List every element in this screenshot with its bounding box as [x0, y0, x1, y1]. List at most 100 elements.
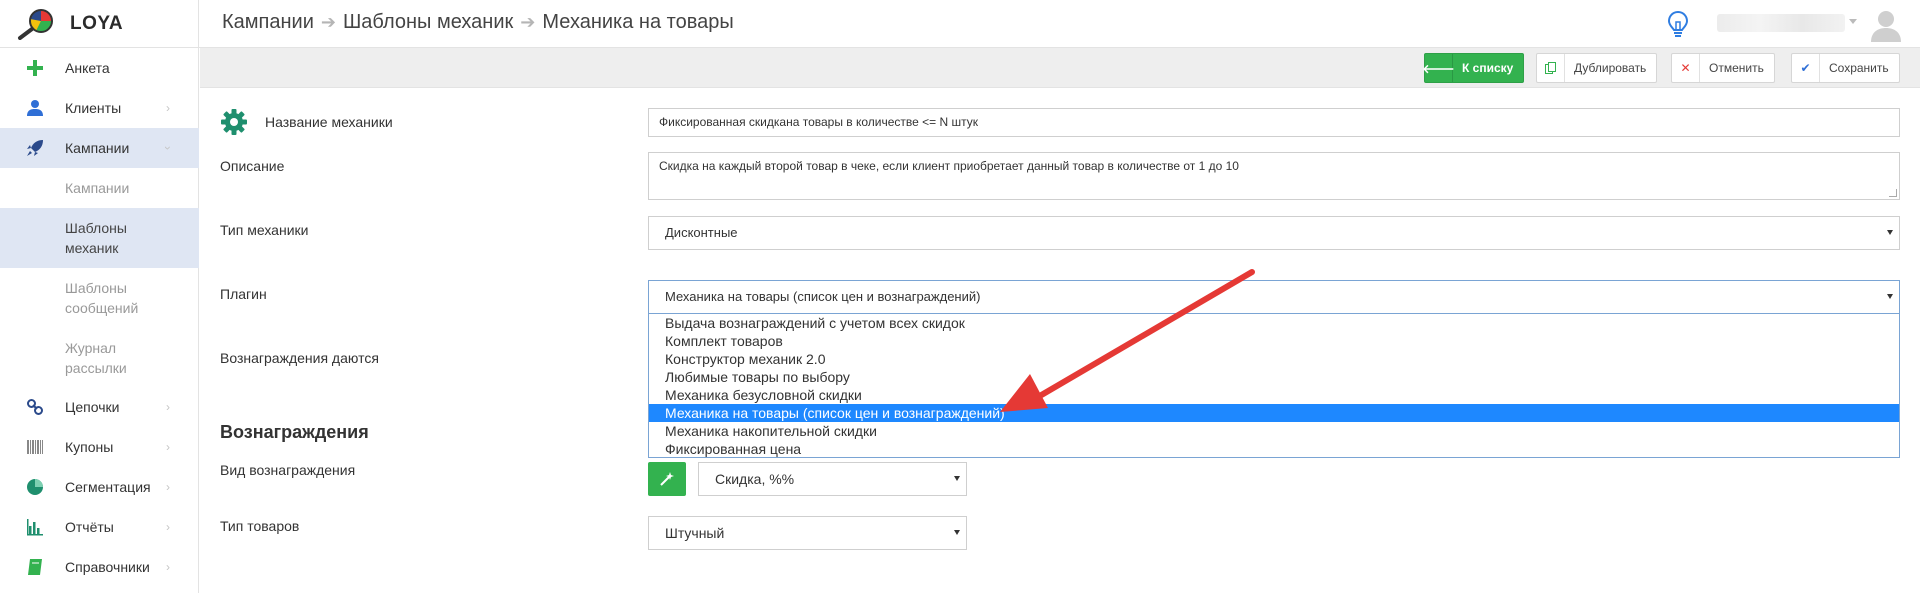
reward-type-select[interactable]: Скидка, %%: [698, 462, 967, 496]
dropdown-option-selected[interactable]: Механика на товары (список цен и вознагр…: [649, 404, 1899, 422]
plugin-dropdown-list: Выдача вознаграждений с учетом всех скид…: [648, 313, 1900, 458]
book-icon: [28, 559, 42, 575]
sidebar-subitem-label: Кампании: [65, 180, 130, 196]
sidebar-item-clients[interactable]: Клиенты ›: [0, 88, 199, 128]
breadcrumb-item[interactable]: Кампании: [222, 11, 314, 34]
dropdown-option[interactable]: Выдача вознаграждений с учетом всех скид…: [649, 314, 1899, 332]
sidebar-subitem-mailing-log[interactable]: Журнал рассылки: [0, 328, 199, 388]
close-icon: ✕: [1672, 54, 1700, 82]
mechanic-type-label: Тип механики: [220, 222, 309, 238]
user-name[interactable]: [1717, 14, 1845, 32]
description-textarea[interactable]: Скидка на каждый второй товар в чеке, ес…: [648, 152, 1900, 200]
plugin-value: Механика на товары (список цен и вознагр…: [665, 289, 981, 304]
chain-icon: [27, 399, 43, 415]
arrow-right-icon: ➔: [520, 12, 536, 32]
logo[interactable]: LOYA: [0, 0, 199, 48]
copy-icon: [1537, 54, 1565, 82]
sidebar-item-label: Сегментация: [65, 479, 151, 495]
chevron-down-icon[interactable]: [1849, 19, 1857, 24]
dropdown-option[interactable]: Любимые товары по выбору: [649, 368, 1899, 386]
sidebar-item-directories[interactable]: Справочники ›: [0, 547, 199, 587]
cancel-button[interactable]: ✕ Отменить: [1671, 53, 1775, 83]
reward-type-label: Вид вознаграждения: [220, 462, 356, 478]
sidebar-subitem-campaigns[interactable]: Кампании: [0, 168, 199, 208]
dropdown-option[interactable]: Механика накопительной скидки: [649, 422, 1899, 440]
caret-down-icon: [954, 530, 960, 535]
caret-down-icon: [1887, 294, 1893, 299]
action-toolbar: 🡐 К списку Дублировать ✕ Отменить ✔ Сохр…: [200, 48, 1920, 88]
sidebar-subitem-label: сообщений: [65, 300, 139, 316]
chevron-right-icon: ›: [166, 400, 170, 414]
plugin-select[interactable]: Механика на товары (список цен и вознагр…: [648, 280, 1900, 314]
logo-text: LOYA: [70, 13, 124, 34]
sidebar-item-coupons[interactable]: Купоны ›: [0, 427, 199, 467]
magic-wand-icon: [660, 472, 674, 486]
check-icon: ✔: [1792, 54, 1820, 82]
chevron-right-icon: ›: [166, 440, 170, 454]
description-text: Скидка на каждый второй товар в чеке, ес…: [659, 159, 1239, 173]
goods-type-select[interactable]: Штучный: [648, 516, 967, 550]
dropdown-option[interactable]: Фиксированная цена: [649, 440, 1899, 458]
sidebar-item-campaigns[interactable]: Кампании ›: [0, 128, 199, 168]
back-to-list-button[interactable]: 🡐 К списку: [1422, 53, 1525, 83]
dropdown-option[interactable]: Комплект товаров: [649, 332, 1899, 350]
lightbulb-icon[interactable]: [1667, 10, 1689, 38]
sidebar-subitem-message-templates[interactable]: Шаблоны сообщений: [0, 268, 199, 328]
sidebar: Анкета Клиенты › Кампании › Кампании Шаб…: [0, 48, 199, 593]
description-label: Описание: [220, 158, 285, 174]
barcode-icon: [27, 440, 43, 454]
dropdown-option[interactable]: Механика безусловной скидки: [649, 386, 1899, 404]
breadcrumb-item[interactable]: Шаблоны механик: [343, 11, 513, 34]
bar-chart-icon: [27, 519, 43, 536]
sidebar-item-label: Кампании: [65, 140, 130, 156]
chevron-right-icon: ›: [166, 101, 170, 115]
plus-icon: [27, 60, 43, 76]
rewards-section-heading: Вознаграждения: [220, 422, 369, 442]
sidebar-item-label: Справочники: [65, 559, 150, 575]
sidebar-item-label: Купоны: [65, 439, 114, 455]
sidebar-subitem-label: Шаблоны: [65, 280, 127, 296]
user-icon: [27, 100, 43, 116]
caret-down-icon: [1887, 230, 1893, 235]
breadcrumb-current: Механика на товары: [542, 11, 734, 33]
logo-magnifier-icon: [18, 9, 53, 40]
save-button[interactable]: ✔ Сохранить: [1791, 53, 1900, 83]
breadcrumb: Кампании ➔ Шаблоны механик ➔ Механика на…: [222, 11, 734, 34]
resize-handle-icon[interactable]: [1889, 189, 1897, 197]
plugin-label: Плагин: [220, 286, 267, 302]
goods-type-value: Штучный: [665, 525, 725, 541]
mechanic-type-value: Дисконтные: [665, 225, 738, 240]
sidebar-item-segmentation[interactable]: Сегментация ›: [0, 467, 199, 507]
duplicate-button[interactable]: Дублировать: [1536, 53, 1658, 83]
avatar[interactable]: [1868, 6, 1904, 42]
mechanic-type-select[interactable]: Дисконтные: [648, 216, 1900, 250]
pie-chart-icon: [27, 479, 43, 495]
sidebar-subitem-mechanic-templates[interactable]: Шаблоны механик: [0, 208, 199, 268]
magic-wand-button[interactable]: [648, 462, 686, 496]
caret-down-icon: [954, 476, 960, 481]
sidebar-item-chains[interactable]: Цепочки ›: [0, 387, 199, 427]
sidebar-subitem-label: Шаблоны: [65, 220, 127, 236]
sidebar-item-label: Отчёты: [65, 519, 114, 535]
sidebar-item-questionnaire[interactable]: Анкета: [0, 48, 199, 88]
chevron-right-icon: ›: [166, 520, 170, 534]
mechanic-name-label: Название механики: [265, 114, 393, 130]
chevron-down-icon: ›: [161, 146, 175, 150]
sidebar-subitem-label: Журнал: [65, 340, 117, 356]
rocket-icon: [27, 140, 43, 156]
reward-type-value: Скидка, %%: [715, 471, 795, 487]
arrow-left-icon: 🡐: [1422, 54, 1455, 82]
dropdown-option[interactable]: Конструктор механик 2.0: [649, 350, 1899, 368]
sidebar-subitem-label: рассылки: [65, 360, 127, 376]
chevron-right-icon: ›: [166, 560, 170, 574]
top-header: LOYA Кампании ➔ Шаблоны механик ➔ Механи…: [0, 0, 1920, 48]
gear-icon: [221, 109, 247, 135]
sidebar-item-reports[interactable]: Отчёты ›: [0, 507, 199, 547]
goods-type-label: Тип товаров: [220, 518, 300, 534]
chevron-right-icon: ›: [166, 480, 170, 494]
rewards-given-label: Вознаграждения даются: [220, 350, 379, 366]
sidebar-subitem-label: механик: [65, 240, 119, 256]
mechanic-name-input[interactable]: Фиксированная скидкана товары в количест…: [648, 108, 1900, 137]
arrow-right-icon: ➔: [320, 12, 336, 32]
sidebar-item-label: Клиенты: [65, 100, 122, 116]
